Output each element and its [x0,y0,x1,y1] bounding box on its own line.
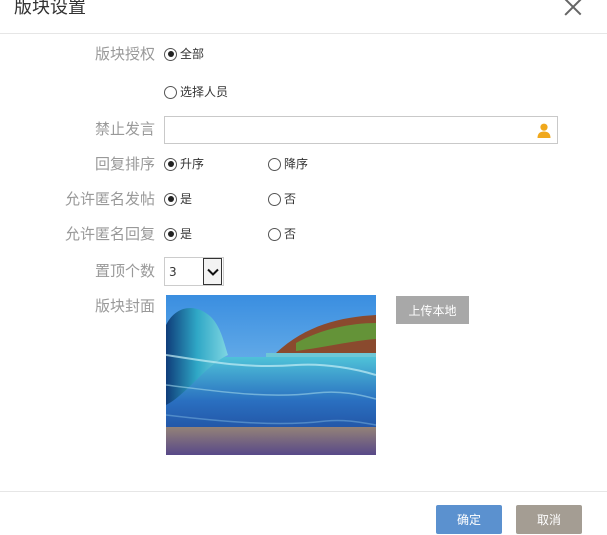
radio-checked-icon [164,227,177,241]
radio-checked-icon [164,47,177,61]
dialog-header: 版块设置 [0,0,607,34]
upload-local-button[interactable]: 上传本地 [396,296,469,324]
sort-option-asc-label: 升序 [180,157,205,171]
anon-reply-yes-label: 是 [180,227,193,241]
auth-option-all-label: 全部 [180,47,205,61]
dialog-title: 版块设置 [14,0,86,18]
anon-post-no-label: 否 [284,192,297,206]
anon-reply-label: 允许匿名回复 [64,225,155,243]
auth-option-all[interactable]: 全部 [164,46,204,62]
auth-option-select-label: 选择人员 [180,85,229,99]
auth-label: 版块授权 [94,45,155,63]
radio-unchecked-icon [268,227,281,241]
person-icon[interactable] [537,123,551,138]
radio-checked-icon [164,192,177,206]
sort-label: 回复排序 [94,155,155,173]
mute-label: 禁止发言 [94,120,155,138]
anon-reply-no-label: 否 [284,227,297,241]
top-count-value: 3 [169,264,177,279]
cover-label: 版块封面 [94,297,155,315]
anon-post-label: 允许匿名发帖 [64,190,155,208]
anon-post-yes[interactable]: 是 [164,191,192,207]
sort-option-desc[interactable]: 降序 [268,156,308,172]
confirm-button[interactable]: 确定 [436,505,502,534]
radio-unchecked-icon [268,157,281,171]
sort-option-desc-label: 降序 [284,157,309,171]
anon-reply-yes[interactable]: 是 [164,226,192,242]
radio-unchecked-icon [164,85,177,99]
radio-checked-icon [164,157,177,171]
chevron-down-icon[interactable] [203,258,222,285]
radio-unchecked-icon [268,192,281,206]
close-icon[interactable] [563,0,583,17]
top-count-label: 置顶个数 [94,262,155,280]
mute-users-input[interactable] [164,116,558,144]
cancel-button[interactable]: 取消 [516,505,582,534]
auth-option-select[interactable]: 选择人员 [164,84,228,100]
anon-reply-no[interactable]: 否 [268,226,296,242]
anon-post-no[interactable]: 否 [268,191,296,207]
top-count-select[interactable]: 3 [164,257,224,286]
cover-image [166,295,376,455]
anon-post-yes-label: 是 [180,192,193,206]
sort-option-asc[interactable]: 升序 [164,156,204,172]
board-settings-dialog: 版块设置 版块授权 全部 选择人员 禁止发言 回复排序 升序 降序 允许匿名发帖… [0,0,607,535]
